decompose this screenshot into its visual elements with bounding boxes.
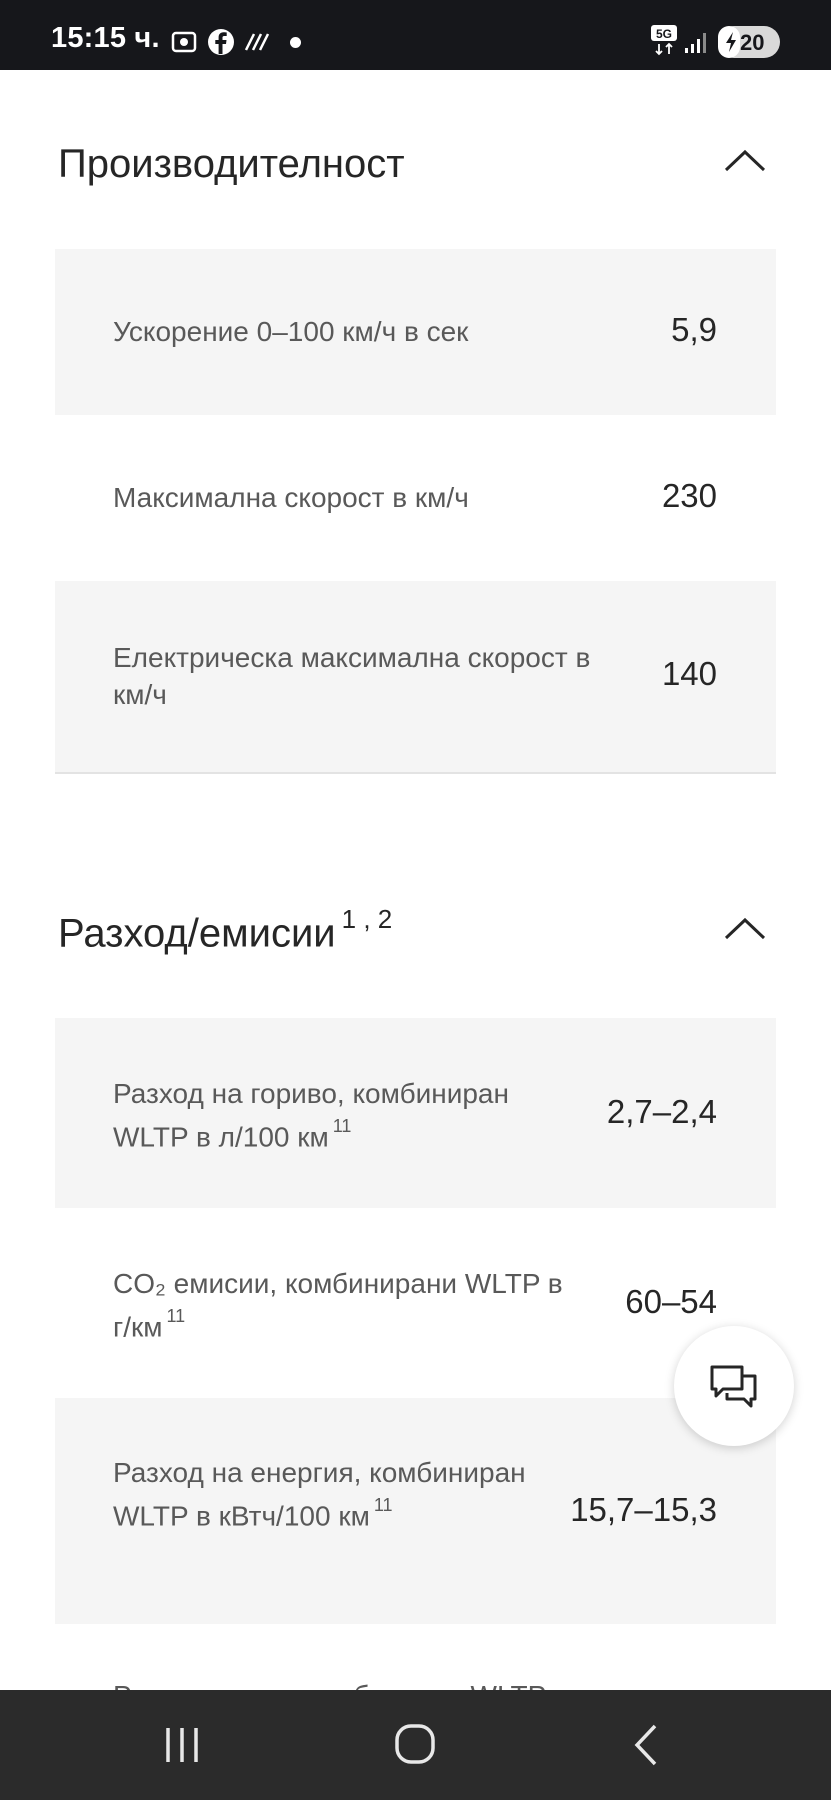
chevron-up-icon xyxy=(724,149,766,172)
signal-icon xyxy=(684,30,710,59)
5g-label: 5G xyxy=(656,27,672,41)
footnote-ref[interactable]: 1 , 2 xyxy=(342,904,393,934)
charging-bolt-icon xyxy=(724,31,738,58)
dot-icon xyxy=(290,37,301,48)
spec-row: Електрическа максимална скорост в км/ч 1… xyxy=(55,581,776,772)
spec-label: Разход на гориво, комбиниран WLTP в л/10… xyxy=(113,1075,563,1155)
chat-button[interactable] xyxy=(674,1326,794,1446)
footnote-ref[interactable]: 11 xyxy=(374,1495,393,1515)
spec-label: Максимална скорост в км/ч xyxy=(113,482,469,513)
spec-value: 60–54 xyxy=(625,1283,717,1320)
spec-value: 15,7–15,3 xyxy=(570,1491,717,1528)
spec-row: Ускорение 0–100 км/ч в сек 5,9 xyxy=(55,249,776,415)
spec-label-text: Разход на гориво, комбиниран WLTP в л/10… xyxy=(113,1078,509,1153)
chat-bubbles-icon xyxy=(710,1365,757,1408)
performance-title: Производителност xyxy=(58,142,405,187)
spec-label: Електрическа максимална скорост в км/ч xyxy=(113,642,591,710)
spec-value: 230 xyxy=(661,477,717,514)
spec-row: Разход на гориво, комбиниран WLTP в л/10… xyxy=(55,1018,776,1208)
spec-label: CO₂ емисии, комбинирани WLTP в г/км 11 xyxy=(113,1265,573,1345)
spec-value: 140 xyxy=(661,655,717,692)
performance-collapse-button[interactable] xyxy=(720,145,770,185)
screenshot-icon xyxy=(170,28,198,61)
spec-value: 2,7–2,4 xyxy=(606,1093,717,1130)
consumption-title-text: Разход/емисии xyxy=(58,911,336,956)
navigation-bar xyxy=(0,1690,831,1800)
consumption-collapse-button[interactable] xyxy=(720,913,770,953)
back-icon xyxy=(634,1724,657,1766)
spec-value: 5,9 xyxy=(671,311,717,348)
home-icon xyxy=(395,1724,435,1764)
spec-row: Максимална скорост в км/ч 230 xyxy=(55,415,776,581)
home-button[interactable] xyxy=(385,1720,445,1770)
recent-apps-button[interactable] xyxy=(152,1720,212,1770)
recent-apps-icon xyxy=(166,1728,198,1762)
data-saver-icon xyxy=(244,32,272,57)
5g-icon: 5G xyxy=(650,24,678,61)
performance-title-text: Производителност xyxy=(58,142,405,186)
chevron-up-icon xyxy=(724,917,766,940)
status-bar: 15:15 ч. 5G 20 xyxy=(0,0,831,70)
footnote-ref[interactable]: 11 xyxy=(167,1306,186,1326)
consumption-title: Разход/емисии 1 , 2 xyxy=(58,904,392,956)
back-button[interactable] xyxy=(617,1720,677,1770)
facebook-icon xyxy=(207,28,235,61)
spec-label: Ускорение 0–100 км/ч в сек xyxy=(113,316,469,347)
battery-level: 20 xyxy=(740,30,765,55)
spec-row: CO₂ емисии, комбинирани WLTP в г/км 11 60… xyxy=(55,1208,776,1398)
status-time: 15:15 ч. xyxy=(51,22,160,54)
spec-row: Разход на енергия, комбиниран WLTP в кВт… xyxy=(55,1398,776,1624)
footnote-ref[interactable]: 11 xyxy=(333,1116,352,1136)
spec-label: Разход на енергия, комбиниран WLTP в кВт… xyxy=(113,1454,543,1534)
section-divider xyxy=(55,772,776,774)
spec-label-text: Разход на енергия, комбиниран WLTP в кВт… xyxy=(113,1457,526,1532)
battery-icon: 20 xyxy=(718,26,780,58)
